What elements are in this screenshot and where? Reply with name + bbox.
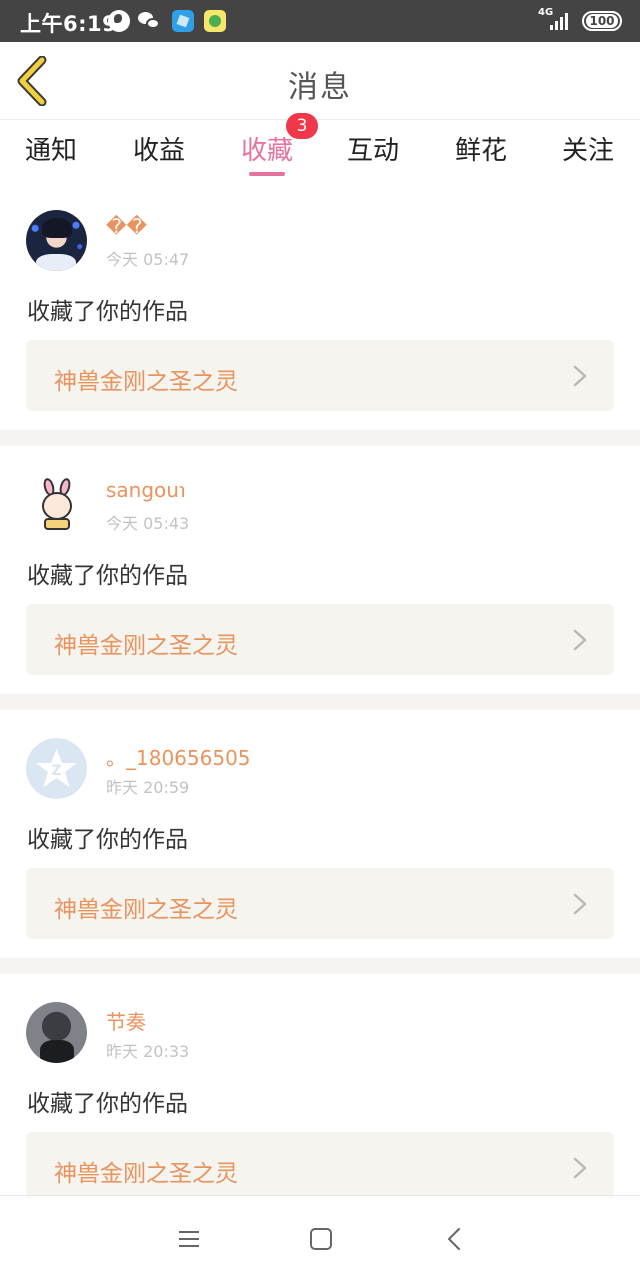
work-title: 神兽金刚之圣之灵 <box>54 897 238 923</box>
status-bar: 上午6:19 4G 100 <box>0 0 640 42</box>
chevron-right-icon <box>573 1157 587 1179</box>
work-link[interactable]: 神兽金刚之圣之灵 <box>26 868 614 939</box>
status-time: 上午6:19 <box>20 12 118 36</box>
work-link[interactable]: 神兽金刚之圣之灵 <box>26 604 614 675</box>
username[interactable]: sangou℩ <box>106 478 186 502</box>
app-notification-icon <box>172 10 194 32</box>
action-text: 收藏了你的作品 <box>27 827 188 853</box>
avatar[interactable]: Z <box>26 738 87 799</box>
timestamp: 昨天 20:59 <box>106 778 190 797</box>
battery-icon: 100 <box>582 11 622 31</box>
svg-text:Z: Z <box>51 763 61 779</box>
chevron-right-icon <box>573 893 587 915</box>
list-item: �� 今天 05:47 收藏了你的作品 神兽金刚之圣之灵 <box>0 182 640 430</box>
signal-icon <box>550 12 572 30</box>
tab-flowers[interactable]: 鲜花 <box>441 130 521 167</box>
default-avatar-icon: Z <box>36 749 77 787</box>
work-title: 神兽金刚之圣之灵 <box>54 633 238 659</box>
username[interactable]: �� <box>106 214 147 238</box>
menu-icon[interactable] <box>176 1226 202 1252</box>
browser-icon <box>108 10 130 32</box>
divider <box>0 958 640 974</box>
list-item: Z 。_180656505 昨天 20:59 收藏了你的作品 神兽金刚之圣之灵 <box>0 710 640 958</box>
unread-badge: 3 <box>286 113 318 139</box>
tab-notifications[interactable]: 通知 <box>11 130 91 167</box>
home-square-icon[interactable] <box>308 1226 334 1252</box>
system-nav-bar <box>0 1195 640 1280</box>
username[interactable]: 。_180656505 <box>106 742 251 771</box>
work-title: 神兽金刚之圣之灵 <box>54 1161 238 1187</box>
tab-bar: 通知 收益 收藏 3 互动 鲜花 关注 <box>0 113 640 182</box>
divider <box>0 430 640 446</box>
chevron-right-icon <box>573 365 587 387</box>
back-arrow-icon[interactable] <box>442 1226 468 1252</box>
wechat-icon <box>138 10 160 32</box>
active-tab-indicator <box>249 172 285 176</box>
action-text: 收藏了你的作品 <box>27 563 188 589</box>
list-item: 节奏 昨天 20:33 收藏了你的作品 神兽金刚之圣之灵 <box>0 974 640 1222</box>
timestamp: 今天 05:47 <box>106 250 190 269</box>
action-text: 收藏了你的作品 <box>27 299 188 325</box>
tab-earnings[interactable]: 收益 <box>119 130 199 167</box>
work-link[interactable]: 神兽金刚之圣之灵 <box>26 340 614 411</box>
timestamp: 昨天 20:33 <box>106 1042 190 1061</box>
page-title: 消息 <box>288 70 352 105</box>
list-item: sangou℩ 今天 05:43 收藏了你的作品 神兽金刚之圣之灵 <box>0 446 640 694</box>
work-title: 神兽金刚之圣之灵 <box>54 369 238 395</box>
work-link[interactable]: 神兽金刚之圣之灵 <box>26 1132 614 1203</box>
timestamp: 今天 05:43 <box>106 514 190 533</box>
avatar[interactable] <box>26 474 87 535</box>
avatar[interactable] <box>26 210 87 271</box>
tab-interactions[interactable]: 互动 <box>333 130 413 167</box>
avatar[interactable] <box>26 1002 87 1063</box>
divider <box>0 694 640 710</box>
message-list: �� 今天 05:47 收藏了你的作品 神兽金刚之圣之灵 sangou℩ 今天 … <box>0 182 640 1222</box>
username[interactable]: 节奏 <box>106 1006 146 1035</box>
app-notification-icon-2 <box>204 10 226 32</box>
action-text: 收藏了你的作品 <box>27 1091 188 1117</box>
chevron-right-icon <box>573 629 587 651</box>
top-bar: 消息 <box>0 42 640 120</box>
tab-following[interactable]: 关注 <box>548 130 628 167</box>
battery-level: 100 <box>586 14 618 28</box>
